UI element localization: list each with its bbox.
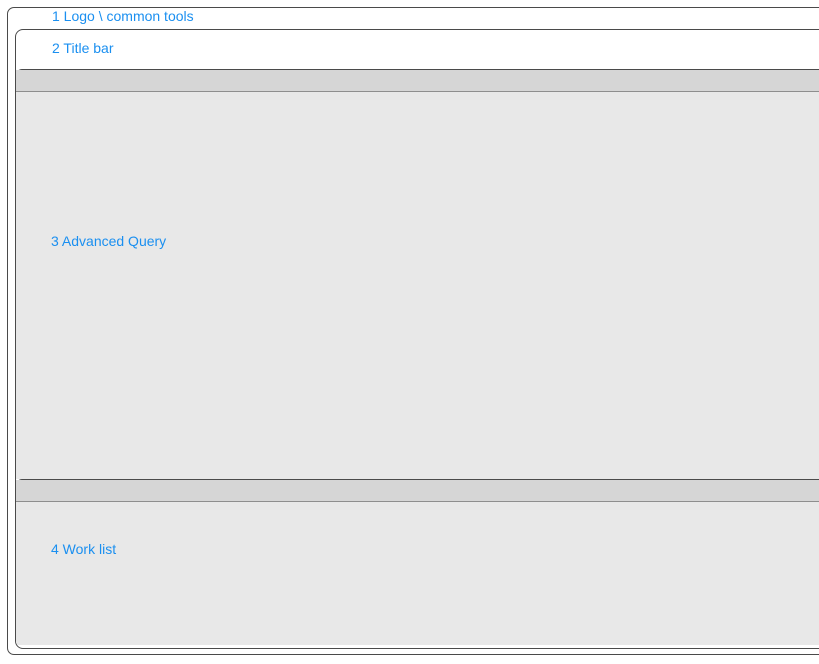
work-list-panel: 4 Work list (16, 479, 819, 645)
title-bar-label: 2 Title bar (52, 40, 114, 56)
advanced-query-panel: 3 Advanced Query (16, 69, 819, 479)
advanced-query-label: 3 Advanced Query (51, 233, 167, 249)
work-list-label: 4 Work list (51, 541, 117, 557)
advanced-query-panel-header[interactable] (16, 70, 819, 92)
logo-tools-label: 1 Logo \ common tools (52, 8, 194, 24)
main-container: 2 Title bar 3 Advanced Query 4 Work list (15, 29, 819, 649)
work-list-panel-header[interactable] (16, 480, 819, 502)
